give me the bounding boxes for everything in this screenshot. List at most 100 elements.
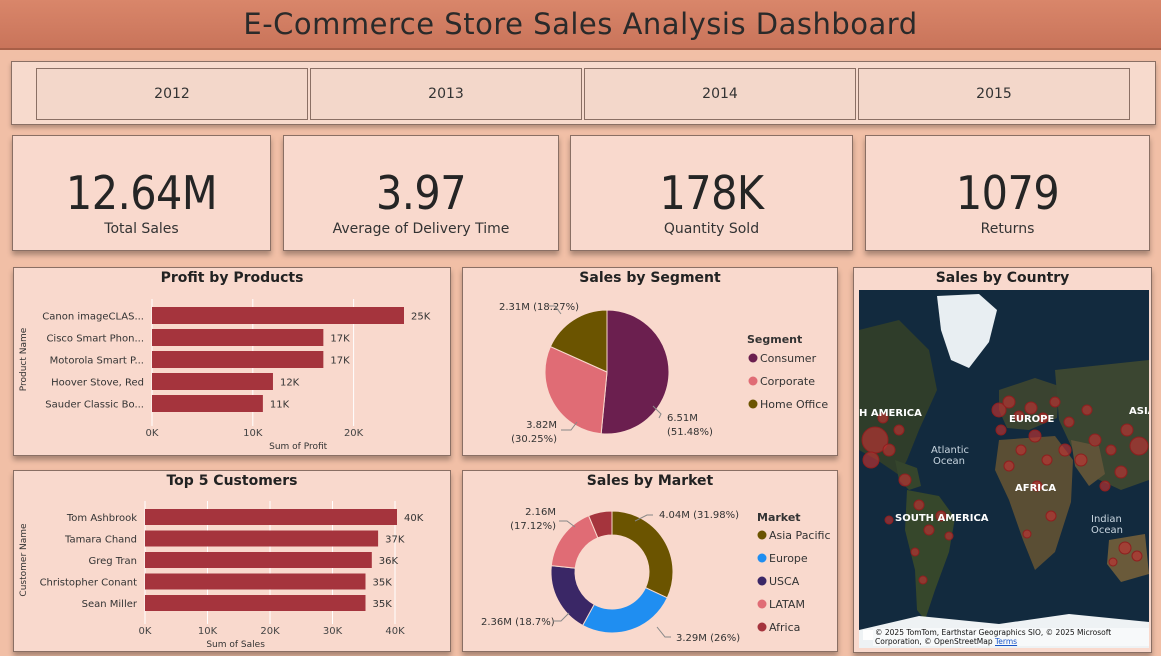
bar: [152, 307, 404, 324]
y-category-label: Sauder Classic Bo...: [45, 400, 144, 411]
kpi-value: 1079: [955, 166, 1060, 220]
bar: [145, 595, 366, 611]
country-bubble: [913, 499, 925, 511]
bar-data-label: 35K: [373, 599, 393, 610]
x-tick-label: 40K: [385, 626, 405, 637]
sales-by-segment-panel: Sales by Segment 6.51M (51.48%) 3.82M (30.2…: [462, 267, 838, 456]
kpi-card-quantity-sold: 178K Quantity Sold: [570, 135, 853, 251]
donut-data-label: 4.04M (31.98%): [659, 510, 739, 521]
country-bubble: [1114, 465, 1128, 479]
country-bubble: [923, 524, 935, 536]
year-button-2013[interactable]: 2013: [310, 68, 582, 120]
bar: [152, 373, 273, 390]
legend-marker: [757, 530, 767, 540]
top-customers-panel: Top 5 Customers 0K 10K 20K 30K 40K Tom Ashbro…: [13, 470, 451, 652]
country-bubble: [1015, 444, 1027, 456]
pie-data-label: (51.48%): [667, 427, 713, 438]
bar: [152, 351, 324, 368]
pie-slice: [581, 587, 668, 634]
profit-by-products-chart: 0K 10K 20K Canon imageCLAS... 25K Cisco Smart…: [19, 299, 431, 452]
kpi-label: Quantity Sold: [663, 221, 760, 237]
donut-data-label: 2.16M: [525, 507, 556, 518]
country-bubble: [1058, 443, 1072, 457]
microsoft-logo-icon: [863, 630, 873, 640]
y-category-label: Hoover Stove, Red: [51, 378, 144, 389]
y-category-label: Motorola Smart P...: [50, 356, 144, 367]
legend-title: Market: [757, 511, 801, 524]
year-button-2012[interactable]: 2012: [36, 68, 308, 120]
y-axis-title: Customer Name: [19, 523, 29, 597]
pie-data-label: (30.25%): [511, 434, 557, 445]
country-bubble: [918, 575, 928, 585]
map-label-ocean: Ocean: [933, 456, 965, 467]
country-bubble: [1002, 395, 1016, 409]
bar: [145, 552, 372, 568]
x-tick-label: 10K: [243, 428, 263, 439]
kpi-value: 12.64M: [65, 166, 218, 220]
country-bubble: [1088, 433, 1102, 447]
legend-marker: [757, 599, 767, 609]
bar: [152, 329, 324, 346]
x-tick-label: 20K: [260, 626, 280, 637]
panel-title: Sales by Country: [935, 270, 1070, 286]
pie-data-label: 3.82M: [526, 420, 557, 431]
donut-data-label: 3.29M (26%): [676, 633, 740, 644]
legend-marker: [757, 576, 767, 586]
year-button-2015[interactable]: 2015: [858, 68, 1130, 120]
donut-data-label: 2.36M (18.7%): [481, 617, 555, 628]
bar-data-label: 17K: [330, 334, 350, 345]
country-bubble: [862, 451, 880, 469]
year-button-2014[interactable]: 2014: [584, 68, 856, 120]
map-attribution-text: © 2025 TomTom, Earthstar Geographics SIO…: [875, 628, 1112, 646]
kpi-card-delivery-time: 3.97 Average of Delivery Time: [283, 135, 559, 251]
map-terms-link[interactable]: Terms: [995, 637, 1017, 646]
legend-label: Home Office: [760, 398, 828, 411]
legend-label: Consumer: [760, 352, 817, 365]
y-category-label: Tamara Chand: [64, 535, 137, 546]
map-label-south-america: SOUTH AMERICA: [895, 513, 989, 524]
country-bubble: [1063, 416, 1075, 428]
legend-label: Corporate: [760, 375, 815, 388]
legend-marker: [757, 553, 767, 563]
bar: [152, 395, 263, 412]
country-bubble: [1118, 541, 1132, 555]
map-label-atlantic: Atlantic: [931, 445, 969, 456]
kpi-value: 178K: [659, 166, 764, 220]
map-canvas[interactable]: H AMERICA EUROPE ASIA Atlantic Ocean AFR…: [859, 290, 1149, 648]
y-axis-title: Product Name: [19, 327, 29, 391]
y-category-label: Cisco Smart Phon...: [46, 334, 144, 345]
kpi-card-total-sales: 12.64M Total Sales: [12, 135, 271, 251]
legend-marker: [748, 353, 758, 363]
map-label-indian-ocean: Ocean: [1091, 525, 1123, 536]
country-bubble: [1045, 510, 1057, 522]
bar: [145, 530, 379, 547]
map-label-indian: Indian: [1091, 514, 1122, 525]
dashboard-title: E-Commerce Store Sales Analysis Dashboar…: [243, 7, 918, 41]
world-map[interactable]: H AMERICA EUROPE ASIA Atlantic Ocean AFR…: [859, 290, 1149, 648]
y-category-label: Sean Miller: [82, 599, 138, 610]
country-bubble: [910, 547, 920, 557]
country-bubble: [1120, 423, 1134, 437]
country-bubble: [893, 424, 905, 436]
country-bubble: [1022, 529, 1032, 539]
bar-data-label: 12K: [280, 378, 300, 389]
legend-label: LATAM: [769, 598, 805, 611]
legend-label: USCA: [769, 575, 800, 588]
x-tick-label: 20K: [344, 428, 364, 439]
x-tick-label: 10K: [198, 626, 218, 637]
country-bubble: [1049, 396, 1061, 408]
bar-data-label: 25K: [411, 312, 431, 323]
legend-label: Africa: [769, 621, 800, 634]
map-label-europe: EUROPE: [1009, 414, 1054, 425]
pie-slice: [550, 565, 595, 627]
country-bubble: [898, 473, 912, 487]
x-axis-title: Sum of Sales: [206, 640, 265, 650]
kpi-label: Average of Delivery Time: [332, 221, 510, 237]
legend-label: Europe: [769, 552, 808, 565]
bar-data-label: 37K: [385, 535, 405, 546]
country-bubble: [1131, 550, 1143, 562]
pie-data-label: 2.31M (18.27%): [499, 302, 579, 313]
x-tick-label: 0K: [146, 428, 159, 439]
country-bubble: [1074, 453, 1088, 467]
pie-slice: [611, 510, 674, 599]
